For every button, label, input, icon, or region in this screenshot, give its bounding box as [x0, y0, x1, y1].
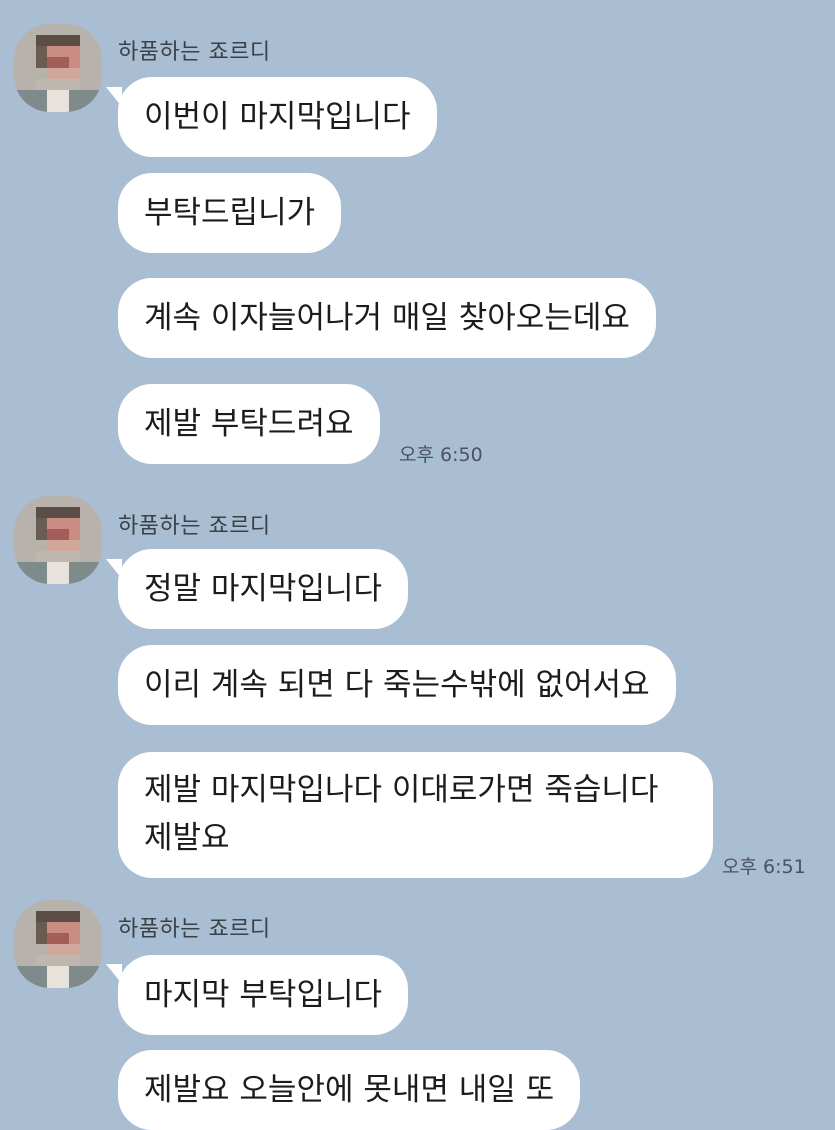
- message-bubble[interactable]: 정말 마지막입니다: [118, 549, 409, 629]
- message-timestamp: 오후 6:51: [722, 856, 806, 878]
- avatar[interactable]: [14, 24, 102, 112]
- message-bubble[interactable]: 마지막 부탁입니다: [118, 955, 409, 1035]
- chat-area[interactable]: 하품하는 죠르디 이번이 마지막입니다 부탁드립니가 계속 이자늘어나거 매일 …: [0, 0, 835, 1130]
- message-bubble[interactable]: 계속 이자늘어나거 매일 찾아오는데요: [118, 278, 656, 358]
- message-bubble[interactable]: 이리 계속 되면 다 죽는수밖에 없어서요: [118, 645, 676, 725]
- avatar[interactable]: [14, 496, 102, 584]
- sender-name: 하품하는 죠르디: [118, 40, 271, 65]
- message-bubble[interactable]: 이번이 마지막입니다: [118, 77, 437, 157]
- message-bubble[interactable]: 제발 부탁드려요: [118, 384, 380, 464]
- message-bubble[interactable]: 제발요 오늘안에 못내면 내일 또: [118, 1050, 581, 1130]
- avatar[interactable]: [14, 900, 102, 988]
- message-timestamp: 오후 6:50: [399, 444, 483, 466]
- sender-name: 하품하는 죠르디: [118, 514, 271, 539]
- message-bubble[interactable]: 부탁드립니가: [118, 173, 342, 253]
- sender-name: 하품하는 죠르디: [118, 917, 271, 942]
- message-bubble[interactable]: 제발 마지막입나다 이대로가면 죽습니다 제발요: [118, 752, 713, 878]
